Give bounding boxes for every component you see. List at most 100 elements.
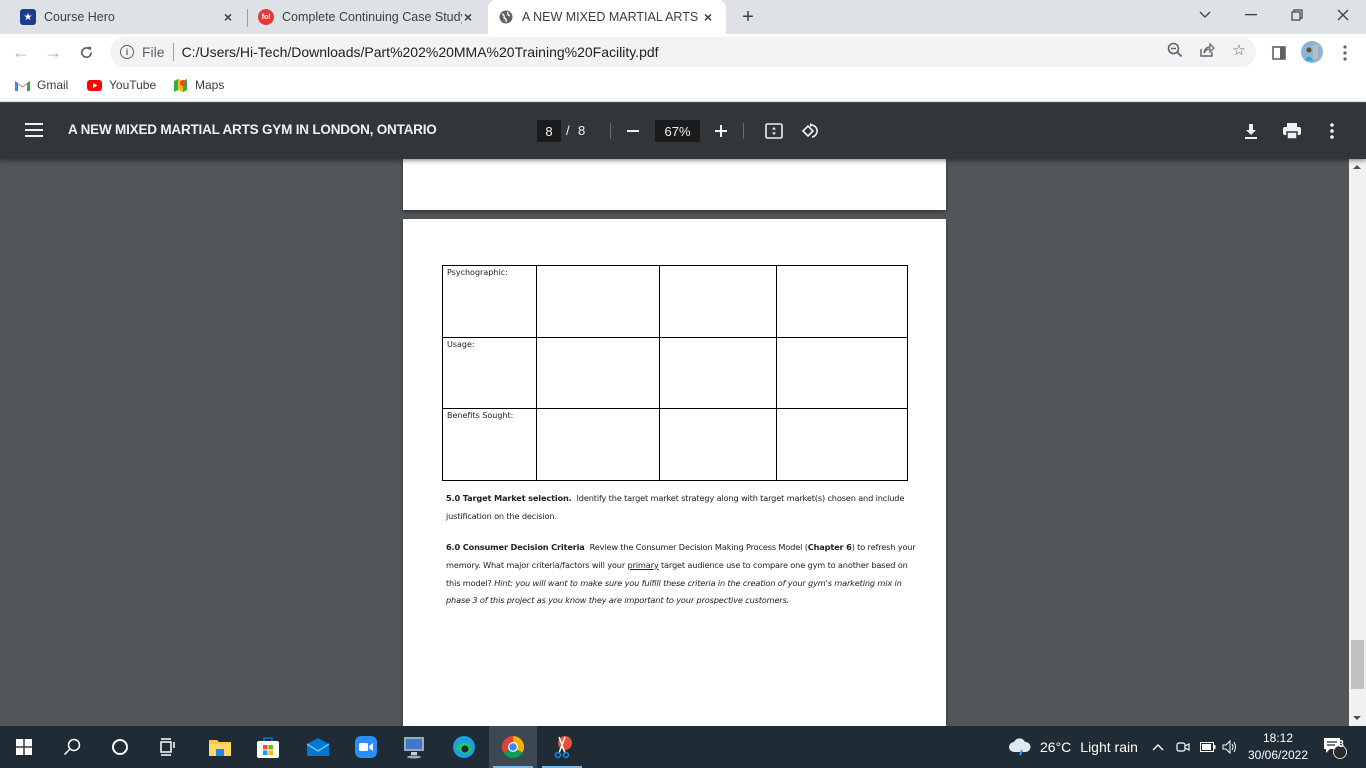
zoom-out-button[interactable]: [622, 120, 644, 142]
share-icon[interactable]: [1197, 40, 1217, 60]
mail-button[interactable]: [294, 726, 342, 768]
edge-icon: [453, 736, 475, 758]
restore-button[interactable]: [1274, 0, 1320, 30]
tab-course-hero[interactable]: ★ Course Hero ×: [8, 0, 246, 34]
microsoft-store-icon: [257, 737, 279, 758]
close-tab-icon[interactable]: ×: [700, 9, 716, 25]
row-label: Benefits Sought:: [442, 408, 537, 481]
bookmark-maps[interactable]: Maps: [172, 77, 224, 93]
zoom-in-button[interactable]: [710, 120, 732, 142]
tab-case-study[interactable]: fol Complete Continuing Case Study ×: [248, 0, 486, 34]
remote-desktop-icon: [404, 737, 424, 759]
hamburger-menu-icon[interactable]: [25, 123, 43, 137]
zoom-level-input[interactable]: 67%: [655, 120, 700, 142]
youtube-icon: [86, 77, 102, 93]
toolbar-divider: [743, 123, 744, 139]
zoom-app-button[interactable]: [342, 726, 390, 768]
tab-title: Complete Continuing Case Study: [282, 10, 462, 24]
show-hidden-icons-button[interactable]: [1152, 726, 1164, 768]
speaker-icon: [1222, 740, 1236, 754]
file-explorer-button[interactable]: [196, 726, 244, 768]
cortana-button[interactable]: [96, 726, 144, 768]
toolbar-divider: [610, 123, 611, 139]
task-view-button[interactable]: [144, 726, 192, 768]
close-window-button[interactable]: [1320, 0, 1366, 30]
cloud-rain-icon: [1009, 738, 1031, 756]
table-cell: [659, 265, 777, 338]
emphasis-primary: primary: [627, 559, 659, 570]
close-tab-icon[interactable]: ×: [220, 9, 236, 25]
chevron-up-icon: [1152, 744, 1164, 751]
pdf-title: A NEW MIXED MARTIAL ARTS GYM IN LONDON, …: [68, 122, 437, 137]
meet-now-button[interactable]: [1176, 726, 1190, 768]
section-5-heading: 5.0 Target Market selection.: [446, 493, 572, 503]
forward-button[interactable]: →: [41, 40, 65, 64]
battery-button[interactable]: [1200, 726, 1216, 768]
tab-mma-pdf[interactable]: A NEW MIXED MARTIAL ARTS GY ×: [488, 0, 726, 34]
side-panel-icon[interactable]: [1268, 42, 1290, 64]
table-cell: [776, 408, 908, 481]
search-button[interactable]: [48, 726, 96, 768]
profile-avatar[interactable]: [1301, 41, 1323, 63]
section-6-heading: 6.0 Consumer Decision Criteria: [446, 542, 585, 552]
notification-count: 3: [1338, 739, 1344, 750]
scroll-up-arrow-icon[interactable]: [1353, 165, 1361, 169]
volume-button[interactable]: [1222, 726, 1238, 768]
new-tab-button[interactable]: +: [738, 6, 758, 29]
download-icon[interactable]: [1240, 120, 1262, 142]
chrome-menu-icon[interactable]: [1334, 42, 1356, 64]
clock-time: 18:12: [1262, 731, 1294, 745]
minimize-button[interactable]: [1228, 0, 1274, 30]
table-cell: [536, 265, 660, 338]
scrollbar-thumb[interactable]: [1351, 640, 1364, 689]
bookmark-gmail[interactable]: Gmail: [14, 77, 68, 93]
url-text[interactable]: C:/Users/Hi-Tech/Downloads/Part%202%20MM…: [182, 44, 659, 60]
microsoft-store-button[interactable]: [244, 726, 292, 768]
page-separator: /: [566, 123, 570, 138]
fit-to-page-icon[interactable]: [763, 120, 785, 142]
address-bar[interactable]: i File C:/Users/Hi-Tech/Downloads/Part%2…: [110, 37, 1256, 67]
search-icon: [63, 738, 81, 756]
page-number-input[interactable]: 8: [537, 120, 561, 142]
zoom-out-icon[interactable]: [1165, 40, 1185, 60]
bookmark-youtube[interactable]: YouTube: [86, 77, 156, 93]
scroll-down-arrow-icon[interactable]: [1353, 716, 1361, 720]
pdf-page-current: Psychographic: Usage: Benefits Sought: 5…: [403, 219, 946, 729]
pdf-page-previous: [403, 159, 946, 210]
zoom-app-icon: [355, 736, 377, 758]
edge-button[interactable]: [440, 726, 488, 768]
browser-toolbar: ← → i File C:/Users/Hi-Tech/Downloads/Pa…: [0, 34, 1366, 70]
section-6-hint: Hint: you will want to make sure you ful…: [446, 577, 902, 606]
close-tab-icon[interactable]: ×: [460, 9, 476, 25]
table-cell: [776, 337, 908, 409]
info-icon[interactable]: i: [120, 45, 134, 59]
windows-taskbar: 26°C Light rain 18:12 30/06/2022 3: [0, 726, 1366, 768]
bookmark-label: YouTube: [109, 78, 157, 92]
chrome-button[interactable]: [489, 726, 537, 768]
meet-now-icon: [1176, 742, 1190, 752]
total-pages: 8: [578, 123, 586, 138]
start-button[interactable]: [0, 726, 48, 768]
notification-center-button[interactable]: 3: [1322, 726, 1348, 768]
clock-date: 30/06/2022: [1247, 748, 1309, 762]
section-5-paragraph: 5.0 Target Market selection. Identify th…: [446, 490, 916, 526]
remote-desktop-button[interactable]: [390, 726, 438, 768]
tab-search-icon[interactable]: [1182, 0, 1228, 30]
tab-title: A NEW MIXED MARTIAL ARTS GY: [522, 10, 702, 24]
table-row: Usage:: [442, 337, 908, 409]
chrome-icon: [502, 736, 524, 758]
print-icon[interactable]: [1281, 120, 1303, 142]
address-separator: [172, 43, 174, 61]
reload-button[interactable]: [74, 40, 98, 64]
system-clock[interactable]: 18:12 30/06/2022: [1246, 730, 1310, 764]
file-explorer-icon: [209, 740, 231, 756]
bookmark-star-icon[interactable]: ☆: [1229, 40, 1249, 60]
more-actions-icon[interactable]: [1321, 120, 1343, 142]
vertical-scrollbar[interactable]: [1349, 159, 1366, 726]
back-button[interactable]: ←: [9, 40, 33, 64]
snipping-tool-button[interactable]: [538, 726, 586, 768]
weather-widget[interactable]: 26°C Light rain: [1008, 726, 1138, 768]
gmail-icon: [14, 77, 30, 93]
rotate-icon[interactable]: [799, 120, 821, 142]
windows-logo-icon: [16, 739, 32, 755]
